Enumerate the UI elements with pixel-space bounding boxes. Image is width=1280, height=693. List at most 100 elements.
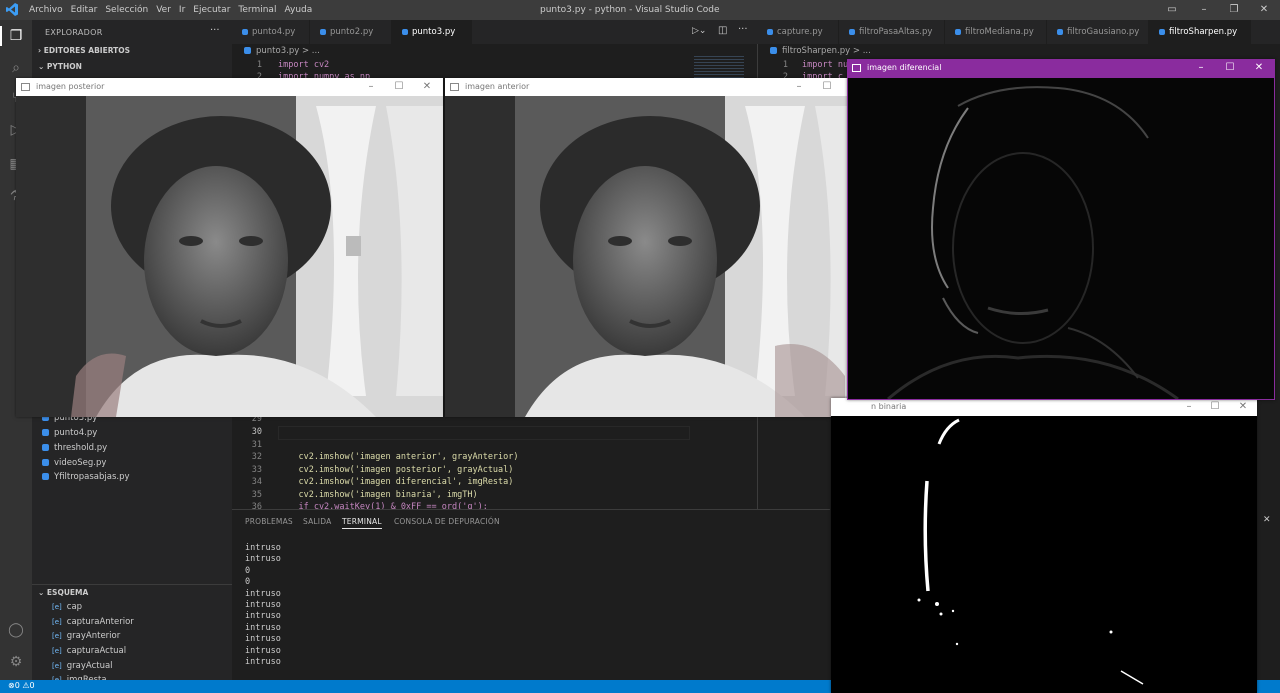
python-file-icon (42, 444, 49, 451)
tab-label: filtroGausiano.py (1067, 27, 1140, 37)
tab-punto2[interactable]: punto2.py (310, 20, 392, 44)
code-line[interactable]: import cv2 (278, 60, 329, 70)
code-line[interactable]: cv2.imshow('imagen diferencial', imgRest… (278, 477, 513, 487)
close-button[interactable]: ✕ (1231, 398, 1255, 416)
cv-window-titlebar[interactable]: imagen anterior – ☐ (445, 78, 871, 96)
tab-consola-depuracion[interactable]: CONSOLA DE DEPURACIÓN (394, 517, 500, 526)
error-icon: ⊗ (8, 681, 15, 690)
close-panel-icon[interactable]: ✕ (1263, 515, 1271, 525)
tab-filtropasaaltas[interactable]: filtroPasaAltas.py (839, 20, 945, 44)
tab-salida[interactable]: SALIDA (303, 517, 331, 526)
layout-toggle-icon[interactable]: ▭ (1158, 0, 1186, 20)
code-line[interactable]: if cv2.waitKey(1) & 0xFF == ord('q'): (278, 502, 487, 509)
tab-terminal[interactable]: TERMINAL (342, 517, 382, 529)
line-number: 30 (251, 427, 262, 437)
breadcrumb[interactable]: punto3.py > ... (244, 46, 320, 56)
outline-item-label: grayActual (66, 661, 113, 671)
menu-archivo[interactable]: Archivo (29, 0, 69, 20)
tab-capture[interactable]: capture.py (757, 20, 839, 44)
outline-item[interactable]: [e] capturaActual (52, 646, 126, 656)
code-line[interactable]: cv2.imshow('imagen binaria', imgTH) (278, 490, 477, 500)
tab-label: punto2.py (330, 27, 374, 37)
close-button[interactable]: ✕ (1250, 0, 1278, 20)
tab-punto4[interactable]: punto4.py (232, 20, 310, 44)
cv-window-posterior[interactable]: imagen posterior – ☐ ✕ (16, 78, 443, 417)
gear-icon[interactable]: ⚙ (6, 652, 26, 672)
terminal-line: intruso (245, 600, 281, 611)
minimize-button[interactable]: – (359, 78, 383, 96)
maximize-button[interactable]: ☐ (387, 78, 411, 96)
file-item[interactable]: Yfiltropasabjas.py (42, 472, 130, 482)
tab-filtrosharpen[interactable]: filtroSharpen.py ✕ (1149, 20, 1251, 61)
close-button[interactable]: ✕ (1247, 59, 1271, 77)
tab-filtromediana[interactable]: filtroMediana.py (945, 20, 1047, 44)
menu-ver[interactable]: Ver (156, 0, 177, 20)
search-icon[interactable]: ⌕ (6, 58, 26, 78)
file-item[interactable]: videoSeg.py (42, 458, 106, 468)
code-line[interactable]: import nu (802, 60, 848, 70)
python-file-icon (42, 473, 49, 480)
binary-frame-image (831, 416, 1257, 693)
python-folder-section[interactable]: ⌄ PYTHON (38, 62, 82, 71)
maximize-button[interactable]: ☐ (1218, 59, 1242, 77)
terminal-output[interactable]: intruso intruso 0 0 intruso intruso intr… (245, 543, 281, 668)
open-editors-section[interactable]: › EDITORES ABIERTOS (38, 46, 130, 55)
cv-window-binaria[interactable]: n binaria – ☐ ✕ (831, 398, 1257, 693)
python-file-icon (1159, 28, 1165, 35)
problems-status[interactable]: ⊗0 ⚠0 (8, 681, 35, 690)
restore-button[interactable]: ❐ (1220, 0, 1248, 20)
cv-window-titlebar[interactable]: n binaria – ☐ ✕ (831, 398, 1257, 416)
menu-terminal[interactable]: Terminal (238, 0, 282, 20)
menu-seleccion[interactable]: Selección (105, 0, 154, 20)
python-file-icon (242, 28, 248, 35)
window-title: punto3.py - python - Visual Studio Code (540, 5, 720, 15)
menu-editar[interactable]: Editar (71, 0, 104, 20)
outline-item[interactable]: [e] grayAnterior (52, 631, 120, 641)
menu-ayuda[interactable]: Ayuda (284, 0, 318, 20)
minimize-button[interactable]: – (787, 78, 811, 96)
outline-section[interactable]: ⌄ ESQUEMA (38, 588, 88, 597)
code-line[interactable]: cv2.imshow('imagen anterior', grayAnteri… (278, 452, 518, 462)
tab-label: punto4.py (252, 27, 296, 37)
minimize-button[interactable]: – (1190, 0, 1218, 20)
file-item[interactable]: threshold.py (42, 443, 107, 453)
file-item[interactable]: punto4.py (42, 428, 97, 438)
more-actions-icon[interactable]: ··· (210, 25, 220, 36)
maximize-button[interactable]: ☐ (1203, 398, 1227, 416)
terminal-line: intruso (245, 622, 281, 633)
python-file-icon (42, 429, 49, 436)
tab-filtrogausiano[interactable]: filtroGausiano.py (1047, 20, 1149, 44)
minimize-button[interactable]: – (1189, 59, 1213, 77)
close-button[interactable]: ✕ (415, 78, 439, 96)
menu-ejecutar[interactable]: Ejecutar (193, 0, 236, 20)
split-editor-icon[interactable]: ◫ (718, 25, 727, 36)
cv-window-titlebar[interactable]: imagen posterior – ☐ ✕ (16, 78, 443, 96)
outline-item[interactable]: [e] capturaAnterior (52, 617, 134, 627)
more-actions-icon[interactable]: ··· (738, 24, 748, 35)
outline-item[interactable]: [e] grayActual (52, 661, 113, 671)
breadcrumb[interactable]: filtroSharpen.py > ... (770, 46, 871, 56)
active-indicator (0, 26, 2, 46)
maximize-button[interactable]: ☐ (815, 78, 839, 96)
run-file-icon[interactable]: ▷⌄ (692, 26, 706, 36)
tab-punto3[interactable]: punto3.py ✕ (392, 20, 472, 61)
explorer-icon[interactable]: ❐ (6, 26, 26, 46)
cv-window-diferencial[interactable]: imagen diferencial – ☐ ✕ (847, 59, 1275, 400)
cv-window-title: imagen anterior (465, 82, 530, 91)
cv-window-anterior[interactable]: imagen anterior – ☐ (445, 78, 871, 417)
tab-problemas[interactable]: PROBLEMAS (245, 517, 293, 526)
folder-label: PYTHON (46, 62, 82, 71)
breadcrumb-text: punto3.py > ... (256, 46, 320, 56)
menu-ir[interactable]: Ir (179, 0, 191, 20)
cv-window-titlebar[interactable]: imagen diferencial – ☐ ✕ (847, 59, 1275, 77)
outline-label: ESQUEMA (46, 588, 89, 597)
outline-item[interactable]: [e] cap (52, 602, 82, 612)
account-icon[interactable]: ◯ (6, 620, 26, 640)
chevron-down-icon: ⌄ (38, 62, 45, 71)
tab-label: filtroPasaAltas.py (859, 27, 933, 37)
code-line[interactable]: cv2.imshow('imagen posterior', grayActua… (278, 465, 513, 475)
terminal-line: 0 (245, 577, 251, 588)
python-file-icon (244, 47, 251, 54)
minimize-button[interactable]: – (1177, 398, 1201, 416)
python-file-icon (42, 459, 49, 466)
